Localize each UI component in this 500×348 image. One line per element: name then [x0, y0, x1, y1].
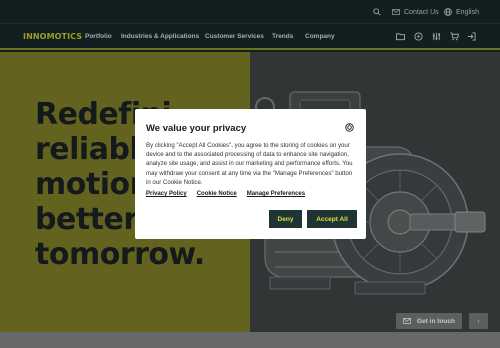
deny-button[interactable]: Deny: [269, 210, 302, 228]
cookie-dialog-title: We value your privacy: [146, 123, 247, 134]
cookie-consent-dialog: We value your privacy By clicking "Accep…: [135, 109, 366, 239]
mail-icon: [403, 318, 411, 324]
cookie-dialog-text: By clicking "Accept All Cookies", you ag…: [146, 142, 353, 186]
manage-preferences-link[interactable]: Manage Preferences: [247, 191, 305, 197]
privacy-policy-link[interactable]: Privacy Policy: [146, 191, 187, 197]
cookie-dialog-links: Privacy Policy Cookie Notice Manage Pref…: [146, 191, 305, 197]
cookie-notice-link[interactable]: Cookie Notice: [197, 191, 237, 197]
accept-all-button[interactable]: Accept All: [307, 210, 357, 228]
arrow-up-icon: ↑: [476, 317, 481, 325]
get-in-touch-button[interactable]: Get in touch: [396, 313, 462, 329]
scroll-to-top-button[interactable]: ↑: [469, 313, 488, 329]
cookie-settings-logo-icon: [345, 123, 354, 132]
get-in-touch-label: Get in touch: [417, 317, 455, 325]
